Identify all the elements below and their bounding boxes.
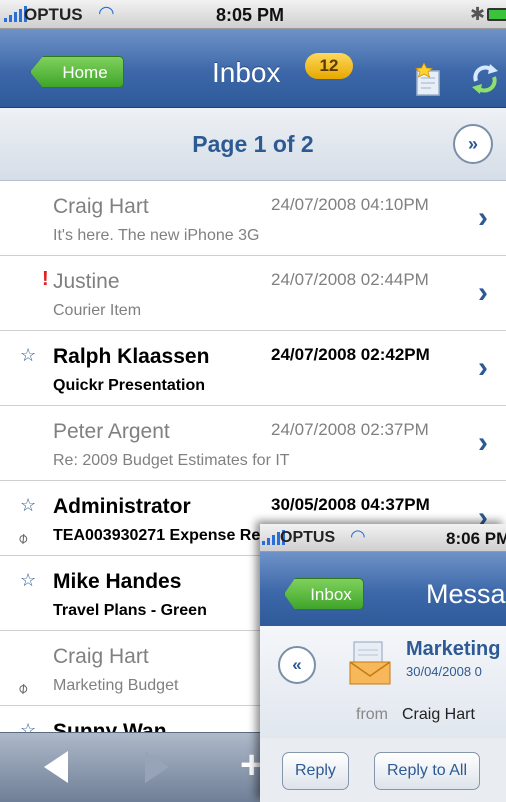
pagination-bar: Page 1 of 2 » bbox=[0, 108, 506, 181]
message-subject: Marketing Budget bbox=[406, 638, 506, 660]
wifi-icon: ◠ bbox=[350, 526, 366, 546]
message-subject: Travel Plans - Green bbox=[53, 602, 207, 619]
message-sender: Ralph Klaassen bbox=[53, 345, 210, 368]
back-arrow-icon[interactable] bbox=[44, 751, 68, 783]
chevron-right-icon[interactable]: › bbox=[478, 203, 488, 233]
message-header: « Marketing Budget 30/04/2008 0 from Cra… bbox=[260, 626, 506, 738]
message-sender: Craig Hart bbox=[53, 645, 149, 668]
chevron-right-icon[interactable]: › bbox=[478, 278, 488, 308]
unread-count-badge: 12 bbox=[305, 53, 353, 79]
status-bar: OPTUS ◠ 8:06 PM bbox=[260, 524, 506, 552]
message-date: 24/07/2008 02:44PM bbox=[271, 270, 429, 289]
message-date: 24/07/2008 04:10PM bbox=[271, 195, 429, 214]
message-sender: Justine bbox=[53, 270, 120, 293]
paperclip-icon: ⌀ bbox=[13, 528, 32, 548]
page-indicator: Page 1 of 2 bbox=[192, 131, 314, 157]
message-nav-bar: Inbox Message bbox=[260, 552, 506, 626]
status-bar: OPTUS ◠ 8:05 PM ✱ bbox=[0, 0, 506, 29]
home-button[interactable]: Home bbox=[30, 56, 124, 88]
message-subject: It's here. The new iPhone 3G bbox=[53, 227, 260, 244]
battery-icon bbox=[487, 8, 506, 21]
message-subject: Quickr Presentation bbox=[53, 377, 206, 394]
message-row[interactable]: ! Justine 24/07/2008 02:44PM Courier Item › bbox=[0, 256, 506, 331]
message-subject: Re: 2009 Budget Estimates for IT bbox=[53, 452, 290, 469]
compose-icon[interactable] bbox=[414, 63, 444, 97]
message-sender: Administrator bbox=[53, 495, 191, 518]
message-screen: OPTUS ◠ 8:06 PM Inbox Message « Marketin… bbox=[260, 524, 506, 802]
next-page-button[interactable]: » bbox=[453, 124, 493, 164]
message-date: 30/05/2008 04:37PM bbox=[271, 495, 430, 514]
reply-all-button[interactable]: Reply to All bbox=[374, 752, 481, 790]
inbox-back-button[interactable]: Inbox bbox=[284, 578, 364, 610]
star-icon[interactable]: ☆ bbox=[20, 345, 36, 366]
chevron-right-icon[interactable]: › bbox=[478, 353, 488, 383]
chevron-right-icon[interactable]: › bbox=[478, 428, 488, 458]
forward-arrow-icon[interactable] bbox=[145, 751, 169, 783]
message-date: 30/04/2008 0 bbox=[406, 664, 482, 679]
carrier-name: OPTUS bbox=[280, 529, 336, 546]
refresh-icon[interactable] bbox=[468, 61, 502, 97]
previous-message-button[interactable]: « bbox=[278, 646, 316, 684]
message-sender: Peter Argent bbox=[53, 420, 170, 443]
message-date: 24/07/2008 02:42PM bbox=[271, 345, 430, 364]
message-sender: Craig Hart bbox=[53, 195, 149, 218]
envelope-icon bbox=[349, 641, 391, 685]
status-time: 8:06 PM bbox=[446, 529, 506, 548]
page-title: Inbox bbox=[212, 57, 281, 88]
message-date: 24/07/2008 02:37PM bbox=[271, 420, 429, 439]
message-actions: Reply Reply to All bbox=[260, 738, 506, 802]
star-icon[interactable]: ☆ bbox=[20, 495, 36, 516]
status-time: 8:05 PM bbox=[216, 5, 285, 25]
exclamation-icon: ! bbox=[42, 268, 49, 290]
message-row[interactable]: Craig Hart 24/07/2008 04:10PM It's here. T… bbox=[0, 181, 506, 256]
page-title: Message bbox=[426, 579, 506, 609]
reply-button[interactable]: Reply bbox=[282, 752, 349, 790]
message-subject: Courier Item bbox=[53, 302, 142, 319]
message-row[interactable]: ☆ Ralph Klaassen 24/07/2008 02:42PM Quickr … bbox=[0, 331, 506, 406]
message-subject: Marketing Budget bbox=[53, 677, 179, 694]
bluetooth-icon: ✱ bbox=[470, 4, 486, 24]
from-value: Craig Hart bbox=[402, 706, 475, 723]
carrier-name: OPTUS bbox=[24, 5, 83, 24]
wifi-icon: ◠ bbox=[98, 3, 115, 24]
inbox-nav-bar: Home Inbox 12 bbox=[0, 29, 506, 108]
from-label: from bbox=[356, 706, 388, 723]
message-sender: Mike Handes bbox=[53, 570, 182, 593]
star-icon[interactable]: ☆ bbox=[20, 570, 36, 591]
message-row[interactable]: Peter Argent 24/07/2008 02:37PM Re: 2009 B… bbox=[0, 406, 506, 481]
paperclip-icon: ⌀ bbox=[13, 678, 32, 698]
